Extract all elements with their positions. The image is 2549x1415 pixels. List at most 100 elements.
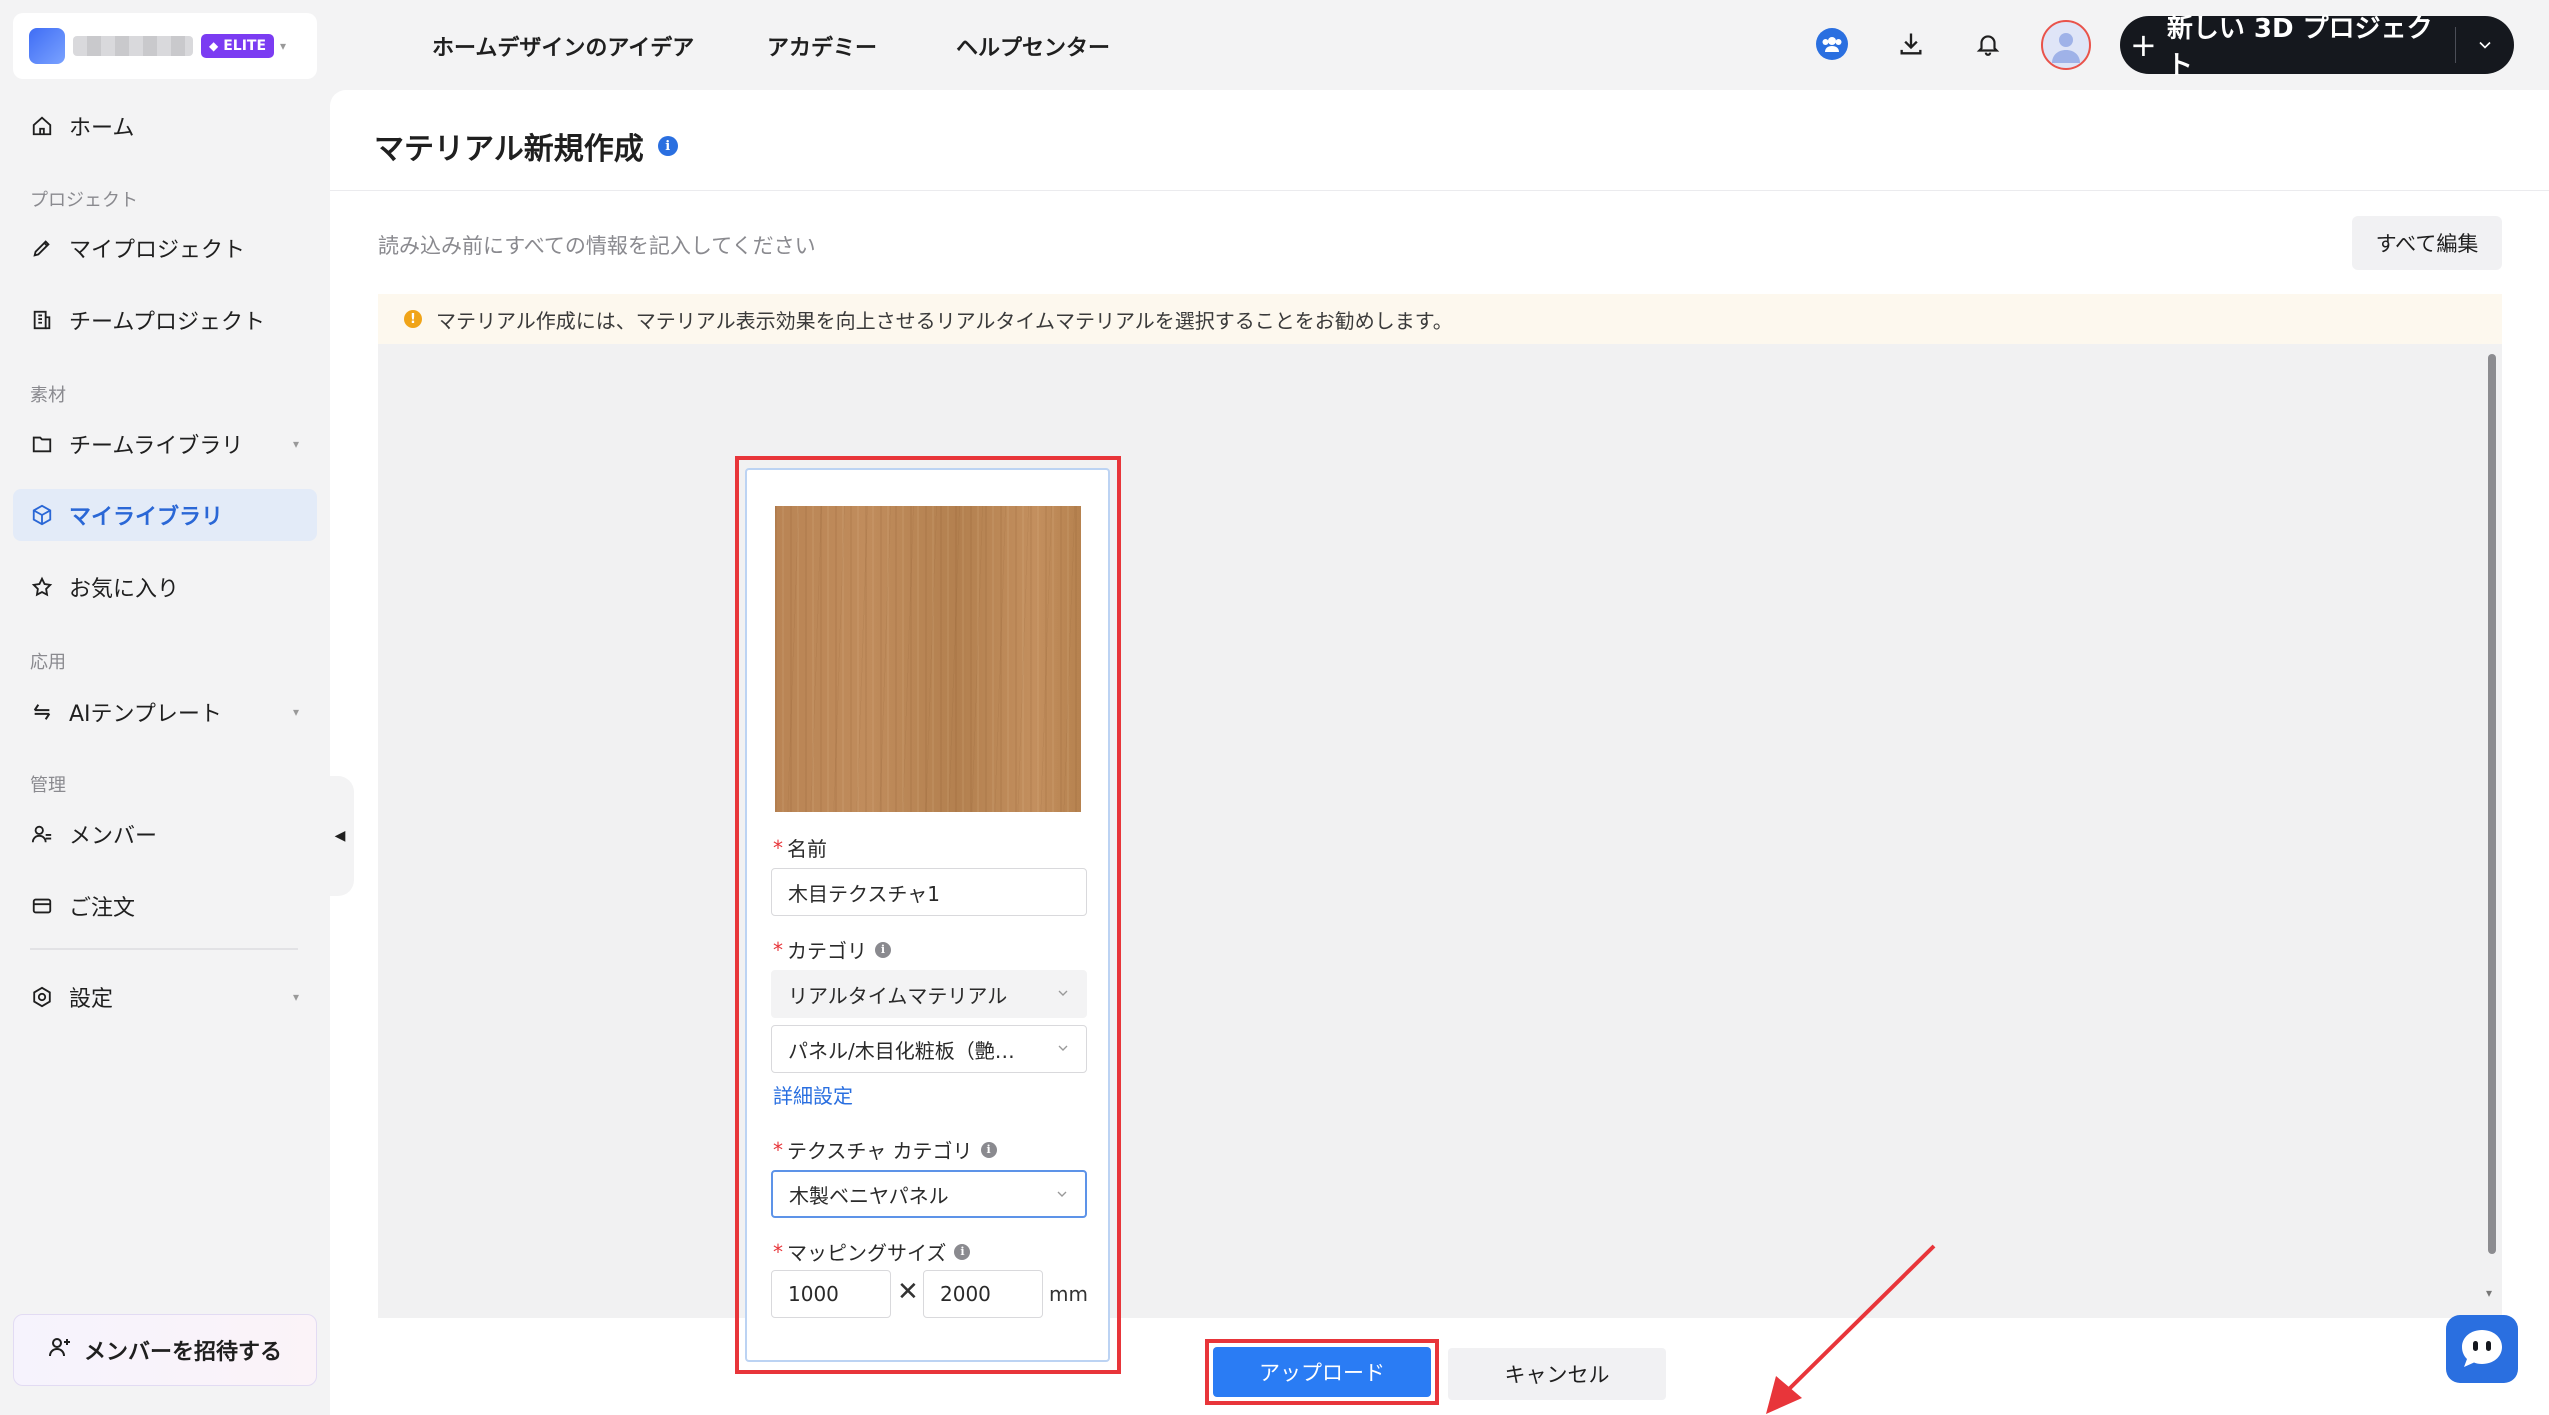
star-icon [29, 574, 55, 600]
section-label-project: プロジェクト [30, 190, 138, 211]
mapping-size-label: * マッピングサイズ i [773, 1237, 971, 1266]
sidebar-item-team-projects[interactable]: チームプロジェクト [13, 294, 317, 346]
caret-down-icon: ▾ [292, 990, 299, 1004]
new-3d-project-label: 新しい 3D プロジェクト [2166, 14, 2433, 81]
advanced-settings-link[interactable]: 詳細設定 [773, 1080, 853, 1109]
info-icon[interactable]: i [875, 941, 891, 958]
user-avatar[interactable] [2041, 20, 2091, 70]
nav-link-home-design-ideas[interactable]: ホームデザインのアイデア [432, 30, 694, 62]
sidebar-item-members[interactable]: メンバー [13, 808, 317, 860]
unit-label: mm [1049, 1282, 1088, 1306]
workspace-logo [29, 28, 65, 64]
edit-all-button[interactable]: すべて編集 [2352, 216, 2502, 270]
page-subtitle: 読み込み前にすべての情報を記入してください [378, 234, 816, 258]
upload-button[interactable]: アップロード [1213, 1347, 1431, 1397]
mapping-size-label-text: マッピングサイズ [787, 1241, 947, 1265]
bell-icon[interactable] [1968, 24, 2008, 64]
gear-icon [29, 984, 55, 1010]
sidebar-item-orders[interactable]: ご注文 [13, 880, 317, 932]
user-group-icon [29, 821, 55, 847]
chevron-down-icon [1054, 1039, 1072, 1057]
invite-members-label: メンバーを招待する [83, 1340, 282, 1365]
caret-down-icon: ▾ [292, 705, 299, 719]
name-input[interactable]: 木目テクスチャ1 [771, 868, 1087, 916]
sidebar-item-label: AIテンプレート [69, 702, 222, 727]
main-panel: マテリアル新規作成 i 読み込み前にすべての情報を記入してください すべて編集 … [330, 90, 2549, 1415]
home-icon [29, 113, 55, 139]
texture-category-label-text: テクスチャ カテゴリ [787, 1139, 973, 1163]
sidebar-item-label: マイプロジェクト [69, 238, 246, 263]
required-asterisk: * [773, 1137, 783, 1162]
sidebar-item-my-projects[interactable]: マイプロジェクト [13, 222, 317, 274]
sidebar-item-my-library[interactable]: マイライブラリ [13, 489, 317, 541]
mapping-width-input[interactable]: 1000 [771, 1270, 891, 1318]
subcategory-select[interactable]: パネル/木目化粧板（艶… [771, 1025, 1087, 1073]
new-3d-project-button[interactable]: + 新しい 3D プロジェクト [2120, 14, 2514, 81]
community-icon[interactable] [1812, 24, 1852, 64]
sidebar-item-label: メンバー [69, 824, 158, 849]
elite-badge-label: ELITE [223, 38, 267, 54]
notice-text: マテリアル作成には、マテリアル表示効果を向上させるリアルタイムマテリアルを選択す… [436, 308, 1453, 333]
plus-icon: + [2130, 26, 2157, 64]
texture-preview-image[interactable] [775, 506, 1081, 812]
sidebar: ◆ ELITE ▾ ホーム プロジェクト マイプロジェクト チームプロジェクト … [0, 0, 330, 1415]
mapping-height-input[interactable]: 2000 [923, 1270, 1043, 1318]
required-asterisk: * [773, 835, 783, 860]
diamond-icon: ◆ [209, 39, 219, 53]
chevron-down-icon [1053, 1185, 1071, 1203]
nav-link-academy[interactable]: アカデミー [767, 30, 877, 62]
sidebar-item-label: チームライブラリ [69, 434, 244, 459]
texture-category-label: * テクスチャ カテゴリ i [773, 1135, 997, 1164]
material-work-area [378, 344, 2502, 1318]
sidebar-item-label: ご注文 [69, 896, 136, 921]
material-card: * 名前 木目テクスチャ1 * カテゴリ i リアルタイムマテリアル パネル/木… [745, 468, 1110, 1362]
workspace-switcher[interactable]: ◆ ELITE ▾ [13, 13, 317, 79]
download-icon[interactable] [1891, 24, 1931, 64]
scrollbar-thumb[interactable] [2488, 354, 2496, 1254]
subcategory-select-value: パネル/木目化粧板（艶… [788, 1038, 1015, 1063]
page-title: マテリアル新規作成 i [374, 124, 678, 168]
required-asterisk: * [773, 937, 783, 962]
category-select[interactable]: リアルタイムマテリアル [771, 970, 1087, 1018]
chat-support-button[interactable] [2446, 1315, 2518, 1383]
pen-icon [29, 235, 55, 261]
sidebar-item-team-library[interactable]: チームライブラリ ▾ [13, 418, 317, 470]
nav-link-help-center[interactable]: ヘルプセンター [956, 30, 1110, 62]
workspace-name-blurred [73, 36, 193, 56]
sidebar-item-label: マイライブラリ [69, 505, 224, 530]
caret-down-icon: ▾ [292, 437, 299, 451]
invite-members-button[interactable]: メンバーを招待する [13, 1314, 317, 1386]
sidebar-item-label: ホーム [69, 116, 135, 141]
category-label-text: カテゴリ [787, 939, 867, 963]
section-label-manage: 管理 [30, 775, 66, 796]
scroll-down-arrow-icon[interactable]: ▾ [2486, 1286, 2492, 1300]
category-label: * カテゴリ i [773, 935, 891, 964]
texture-category-select[interactable]: 木製ベニヤパネル [771, 1170, 1087, 1218]
caret-down-icon: ▾ [280, 39, 287, 53]
section-label-material: 素材 [30, 385, 66, 406]
bolt-icon [29, 699, 55, 725]
title-divider [330, 190, 2549, 191]
sidebar-item-settings[interactable]: 設定 ▾ [13, 971, 317, 1023]
sidebar-item-favorites[interactable]: お気に入り [13, 561, 317, 613]
section-label-apply: 応用 [30, 652, 66, 673]
elite-badge: ◆ ELITE [201, 34, 275, 58]
sidebar-item-ai-templates[interactable]: AIテンプレート ▾ [13, 686, 317, 738]
chevron-down-icon [1054, 984, 1072, 1002]
triangle-left-icon: ◀ [334, 828, 346, 844]
sidebar-item-home[interactable]: ホーム [13, 100, 317, 152]
cancel-button[interactable]: キャンセル [1448, 1348, 1666, 1400]
info-icon[interactable]: i [657, 136, 678, 156]
sidebar-item-label: 設定 [69, 987, 114, 1012]
new-3d-project-main[interactable]: + 新しい 3D プロジェクト [2120, 8, 2455, 82]
vertical-scrollbar[interactable]: ▾ [2482, 344, 2502, 1318]
sidebar-collapse-toggle[interactable]: ◀ [326, 776, 354, 896]
info-icon[interactable]: i [980, 1141, 997, 1158]
chevron-down-icon [2479, 41, 2491, 49]
required-asterisk: * [773, 1239, 783, 1264]
times-symbol: ✕ [897, 1277, 919, 1307]
cube-icon [29, 502, 55, 528]
new-project-dropdown[interactable] [2456, 35, 2514, 55]
chat-bot-icon [2462, 1330, 2502, 1367]
info-icon[interactable]: i [954, 1243, 971, 1260]
